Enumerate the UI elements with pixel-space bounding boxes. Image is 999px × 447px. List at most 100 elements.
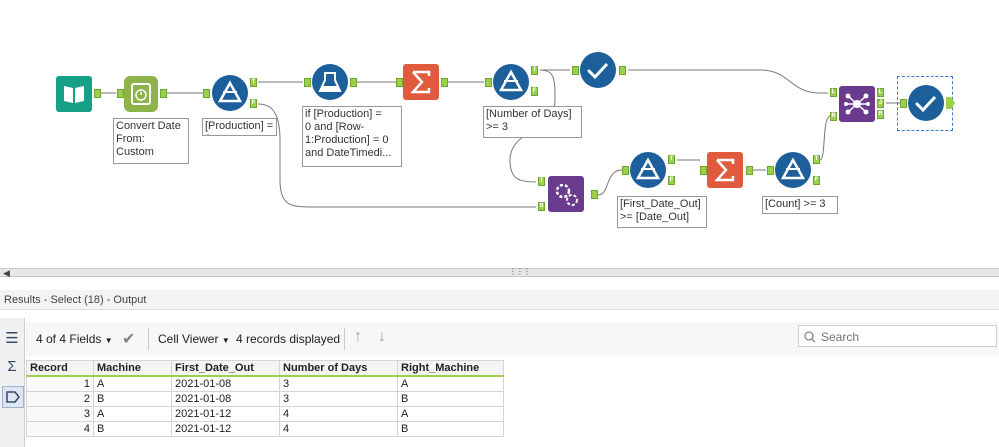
tool-annotation: [First_Date_Out] >= [Date_Out] bbox=[617, 196, 707, 228]
cell-machine[interactable]: A bbox=[93, 406, 172, 422]
workflow-canvas[interactable]: Convert Date From: Custom T F [Productio… bbox=[0, 0, 999, 268]
checkmark-icon bbox=[915, 95, 937, 113]
arrow-down-icon[interactable]: ↓ bbox=[378, 328, 386, 346]
sigma-icon bbox=[714, 158, 735, 182]
grip-icon[interactable]: ⋮⋮⋮ bbox=[509, 267, 531, 276]
output-anchor[interactable] bbox=[160, 89, 167, 98]
input-anchor[interactable] bbox=[304, 78, 311, 87]
cell-viewer-dropdown[interactable]: Cell Viewer ▼ bbox=[158, 332, 230, 346]
cell-right-machine[interactable]: A bbox=[397, 375, 504, 392]
network-join-icon bbox=[844, 93, 870, 115]
chevron-down-icon: ▼ bbox=[221, 336, 230, 345]
viewer-label: Cell Viewer bbox=[158, 332, 219, 346]
connection-line bbox=[819, 115, 831, 161]
cell-first-date-out[interactable]: 2021-01-12 bbox=[171, 406, 280, 422]
anchor-label: R bbox=[831, 113, 836, 119]
cell-record[interactable]: 3 bbox=[26, 406, 94, 422]
column-header-first-date-out[interactable]: First_Date_Out bbox=[171, 360, 280, 377]
filter-icon bbox=[217, 80, 243, 103]
cell-number-of-days[interactable]: 3 bbox=[279, 375, 398, 392]
cell-machine[interactable]: B bbox=[93, 421, 172, 437]
anchor-label: R bbox=[878, 111, 883, 117]
pane-splitter[interactable]: ◀ ⋮⋮⋮ bbox=[0, 267, 999, 279]
cell-record[interactable]: 4 bbox=[26, 421, 94, 437]
select-tool-output[interactable] bbox=[908, 85, 944, 121]
filter-tool[interactable] bbox=[212, 75, 248, 111]
column-header-number-of-days[interactable]: Number of Days bbox=[279, 360, 398, 377]
table-row[interactable]: 2 B 2021-01-08 3 B bbox=[26, 391, 504, 407]
sigma-icon bbox=[410, 70, 431, 94]
filter-tool[interactable] bbox=[775, 152, 811, 188]
cell-first-date-out[interactable]: 2021-01-08 bbox=[171, 375, 280, 392]
column-header-machine[interactable]: Machine bbox=[93, 360, 172, 377]
tool-annotation: Convert Date From: Custom bbox=[113, 118, 189, 164]
search-input[interactable] bbox=[819, 328, 993, 346]
input-anchor[interactable] bbox=[767, 166, 774, 175]
cell-right-machine[interactable]: B bbox=[397, 421, 504, 437]
cell-right-machine[interactable]: A bbox=[397, 406, 504, 422]
input-anchor[interactable] bbox=[203, 89, 210, 98]
output-anchor[interactable] bbox=[591, 190, 598, 199]
cell-number-of-days[interactable]: 3 bbox=[279, 391, 398, 407]
tool-annotation: [Number of Days] >= 3 bbox=[483, 106, 582, 138]
collapse-arrow-icon[interactable]: ◀ bbox=[3, 268, 10, 279]
column-header-record[interactable]: Record bbox=[26, 360, 94, 377]
input-anchor[interactable] bbox=[485, 78, 492, 87]
input-anchor[interactable] bbox=[900, 99, 907, 108]
input-anchor[interactable] bbox=[622, 166, 629, 175]
fields-label: 4 of 4 Fields bbox=[36, 332, 102, 346]
output-anchor[interactable] bbox=[441, 78, 448, 87]
datetime-tool[interactable] bbox=[124, 76, 158, 112]
connection-line bbox=[597, 169, 623, 196]
anchor-label: J bbox=[878, 100, 883, 106]
book-icon bbox=[64, 86, 84, 103]
output-anchor[interactable] bbox=[94, 89, 101, 98]
summarize-tool[interactable] bbox=[403, 64, 439, 100]
search-box[interactable] bbox=[798, 325, 997, 347]
output-anchor[interactable] bbox=[350, 78, 357, 87]
output-anchor[interactable] bbox=[619, 66, 626, 75]
input-anchor[interactable] bbox=[117, 89, 124, 98]
table-row[interactable]: 1 A 2021-01-08 3 A bbox=[26, 375, 504, 392]
cell-machine[interactable]: A bbox=[93, 375, 172, 392]
cell-number-of-days[interactable]: 4 bbox=[279, 406, 398, 422]
cell-record[interactable]: 2 bbox=[26, 391, 94, 407]
summary-sigma-icon[interactable]: Σ bbox=[2, 356, 22, 376]
arrow-up-icon[interactable]: ↑ bbox=[354, 328, 362, 346]
input-anchor[interactable] bbox=[700, 166, 707, 175]
table-row[interactable]: 4 B 2021-01-12 4 B bbox=[26, 421, 504, 437]
anchor-label: F bbox=[669, 177, 674, 183]
anchor-label: T bbox=[251, 79, 256, 85]
cell-machine[interactable]: B bbox=[93, 391, 172, 407]
append-fields-tool[interactable] bbox=[548, 176, 584, 212]
summarize-tool[interactable] bbox=[707, 152, 743, 188]
anchor-label: L bbox=[831, 89, 836, 95]
cell-number-of-days[interactable]: 4 bbox=[279, 421, 398, 437]
filter-tool[interactable] bbox=[630, 152, 666, 188]
cell-record[interactable]: 1 bbox=[26, 375, 94, 392]
fields-dropdown[interactable]: 4 of 4 Fields ▼ bbox=[36, 332, 113, 346]
record-count: 4 records displayed bbox=[236, 332, 341, 346]
search-icon bbox=[804, 331, 816, 343]
connection-line bbox=[628, 69, 828, 94]
output-anchor[interactable] bbox=[746, 166, 753, 175]
formula-tool[interactable] bbox=[312, 64, 348, 100]
input-anchor[interactable] bbox=[572, 66, 579, 75]
join-tool[interactable] bbox=[839, 86, 875, 122]
table-row[interactable]: 3 A 2021-01-12 4 A bbox=[26, 406, 504, 422]
cell-first-date-out[interactable]: 2021-01-12 bbox=[171, 421, 280, 437]
table-view-icon[interactable]: ☰ bbox=[2, 328, 22, 348]
input-anchor[interactable] bbox=[396, 78, 403, 87]
check-icon[interactable]: ✔ bbox=[122, 329, 135, 349]
column-header-right-machine[interactable]: Right_Machine bbox=[397, 360, 504, 377]
input-data-tool[interactable] bbox=[56, 76, 92, 112]
filter-icon bbox=[635, 157, 661, 180]
select-tool[interactable] bbox=[580, 52, 616, 88]
cell-right-machine[interactable]: B bbox=[397, 391, 504, 407]
cell-first-date-out[interactable]: 2021-01-08 bbox=[171, 391, 280, 407]
filter-tool[interactable] bbox=[493, 64, 529, 100]
tag-icon[interactable] bbox=[2, 386, 24, 408]
anchor-label: F bbox=[532, 88, 537, 94]
anchor-label: T bbox=[532, 67, 537, 73]
filter-icon bbox=[498, 69, 524, 92]
